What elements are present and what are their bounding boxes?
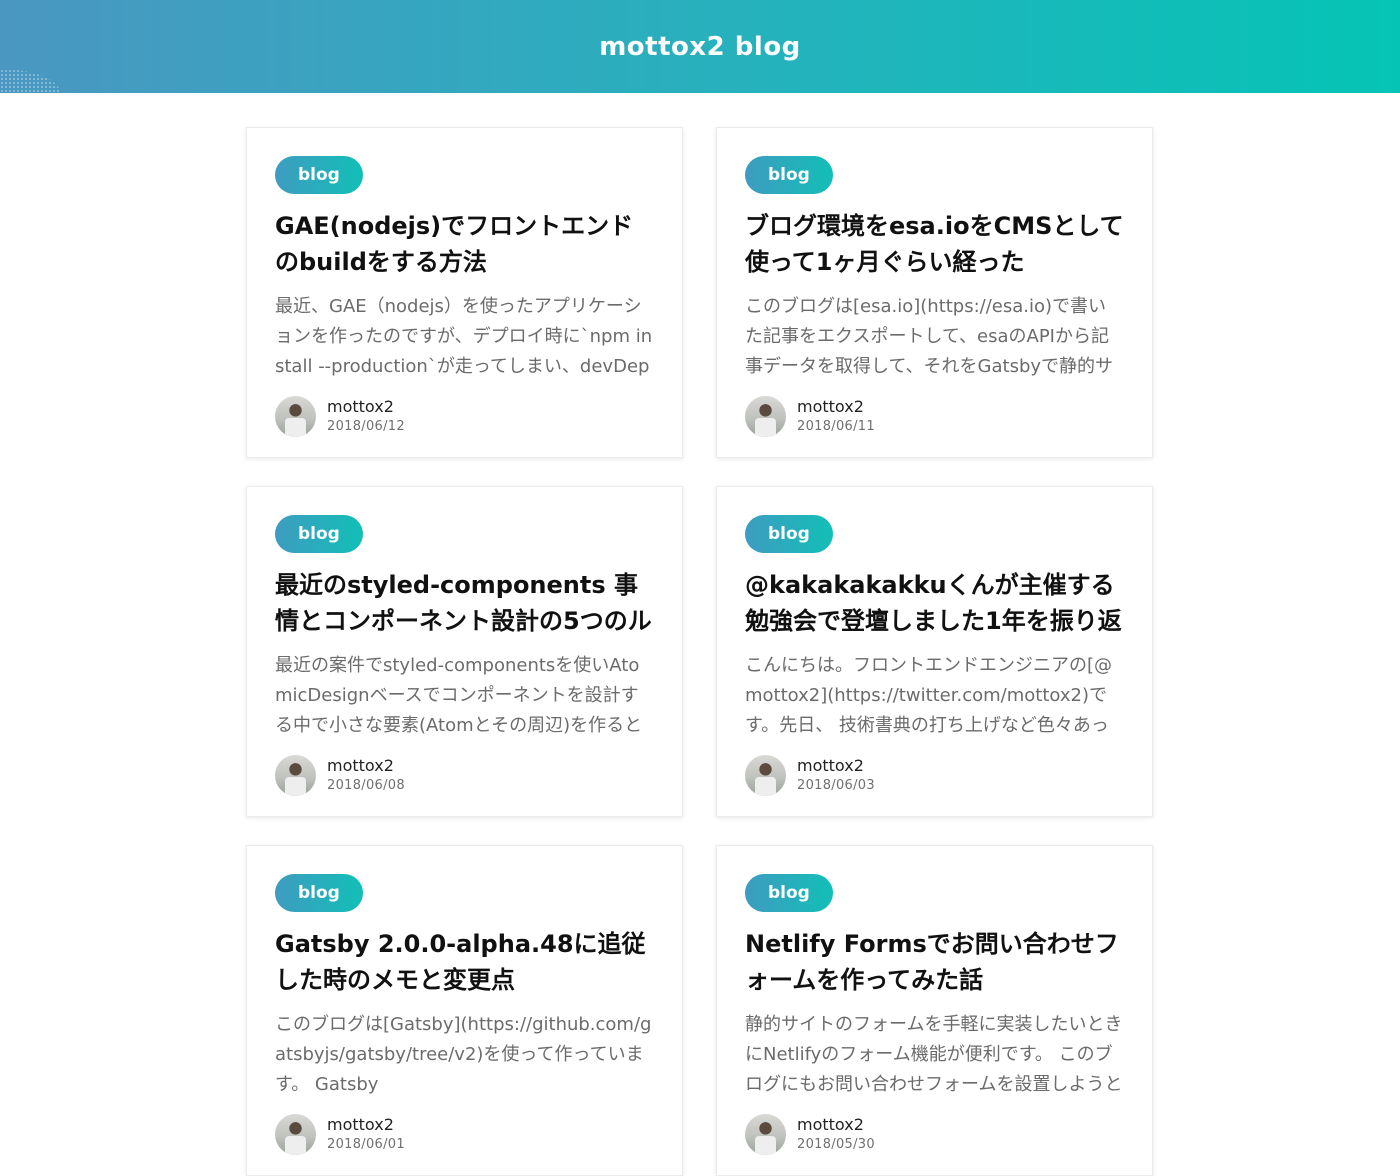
post-card[interactable]: blog Gatsby 2.0.0-alpha.48に追従した時のメモと変更点 … xyxy=(246,845,683,1176)
post-excerpt: このブログは[esa.io](https://esa.io)で書いた記事をエクス… xyxy=(745,296,1114,377)
post-excerpt: 最近、GAE（nodejs）を使ったアプリケーションを作ったのですが、デプロイ時… xyxy=(275,296,653,377)
author-name: mottox2 xyxy=(327,1114,394,1134)
post-date: 2018/06/03 xyxy=(797,777,875,793)
post-date: 2018/06/08 xyxy=(327,777,405,793)
post-date: 2018/06/11 xyxy=(797,418,875,434)
post-excerpt: 静的サイトのフォームを手軽に実装したいときにNetlifyのフォーム機能が便利で… xyxy=(745,1014,1123,1095)
post-title[interactable]: ブログ環境をesa.ioをCMSとして使って1ヶ月ぐらい経った xyxy=(745,208,1124,280)
post-excerpt: このブログは[Gatsby](https://github.com/gatsby… xyxy=(275,1014,652,1095)
author-name: mottox2 xyxy=(327,755,394,775)
author-name: mottox2 xyxy=(797,396,864,416)
post-meta: mottox2 2018/05/30 xyxy=(745,1114,1124,1155)
post-card[interactable]: blog Netlify Formsでお問い合わせフォームを作ってみた話 静的サ… xyxy=(716,845,1153,1176)
post-meta: mottox2 2018/06/12 xyxy=(275,396,654,437)
post-title[interactable]: Netlify Formsでお問い合わせフォームを作ってみた話 xyxy=(745,926,1124,998)
post-date: 2018/06/01 xyxy=(327,1136,405,1152)
author-name: mottox2 xyxy=(797,755,864,775)
category-tag[interactable]: blog xyxy=(275,874,363,912)
site-title[interactable]: mottox2 blog xyxy=(599,32,801,62)
header-decoration xyxy=(0,69,60,93)
site-header: mottox2 blog xyxy=(0,0,1400,93)
post-title[interactable]: 最近のstyled-components 事情とコンポーネント設計の5つのルール xyxy=(275,567,654,639)
post-excerpt: 最近の案件でstyled-componentsを使いAtomicDesignベー… xyxy=(275,655,643,736)
category-tag[interactable]: blog xyxy=(745,156,833,194)
post-card[interactable]: blog @kakakakakkuくんが主催する勉強会で登壇しました1年を振り返… xyxy=(716,486,1153,817)
post-grid: blog GAE(nodejs)でフロントエンドのbuildをする方法 最近、G… xyxy=(246,127,1154,1176)
category-tag[interactable]: blog xyxy=(745,874,833,912)
author-avatar xyxy=(745,1114,786,1155)
post-card[interactable]: blog GAE(nodejs)でフロントエンドのbuildをする方法 最近、G… xyxy=(246,127,683,458)
post-date: 2018/05/30 xyxy=(797,1136,875,1152)
author-avatar xyxy=(275,1114,316,1155)
post-meta: mottox2 2018/06/03 xyxy=(745,755,1124,796)
author-avatar xyxy=(745,396,786,437)
post-title[interactable]: @kakakakakkuくんが主催する勉強会で登壇しました1年を振り返る xyxy=(745,567,1124,639)
post-title[interactable]: Gatsby 2.0.0-alpha.48に追従した時のメモと変更点 xyxy=(275,926,654,998)
post-title[interactable]: GAE(nodejs)でフロントエンドのbuildをする方法 xyxy=(275,208,654,280)
author-avatar xyxy=(745,755,786,796)
post-meta: mottox2 2018/06/11 xyxy=(745,396,1124,437)
post-card[interactable]: blog ブログ環境をesa.ioをCMSとして使って1ヶ月ぐらい経った このブ… xyxy=(716,127,1153,458)
author-name: mottox2 xyxy=(327,396,394,416)
category-tag[interactable]: blog xyxy=(275,156,363,194)
post-meta: mottox2 2018/06/01 xyxy=(275,1114,654,1155)
category-tag[interactable]: blog xyxy=(745,515,833,553)
post-excerpt: こんにちは。フロントエンドエンジニアの[@mottox2](https://tw… xyxy=(745,655,1113,736)
post-card[interactable]: blog 最近のstyled-components 事情とコンポーネント設計の5… xyxy=(246,486,683,817)
author-avatar xyxy=(275,755,316,796)
post-date: 2018/06/12 xyxy=(327,418,405,434)
author-avatar xyxy=(275,396,316,437)
author-name: mottox2 xyxy=(797,1114,864,1134)
post-meta: mottox2 2018/06/08 xyxy=(275,755,654,796)
category-tag[interactable]: blog xyxy=(275,515,363,553)
